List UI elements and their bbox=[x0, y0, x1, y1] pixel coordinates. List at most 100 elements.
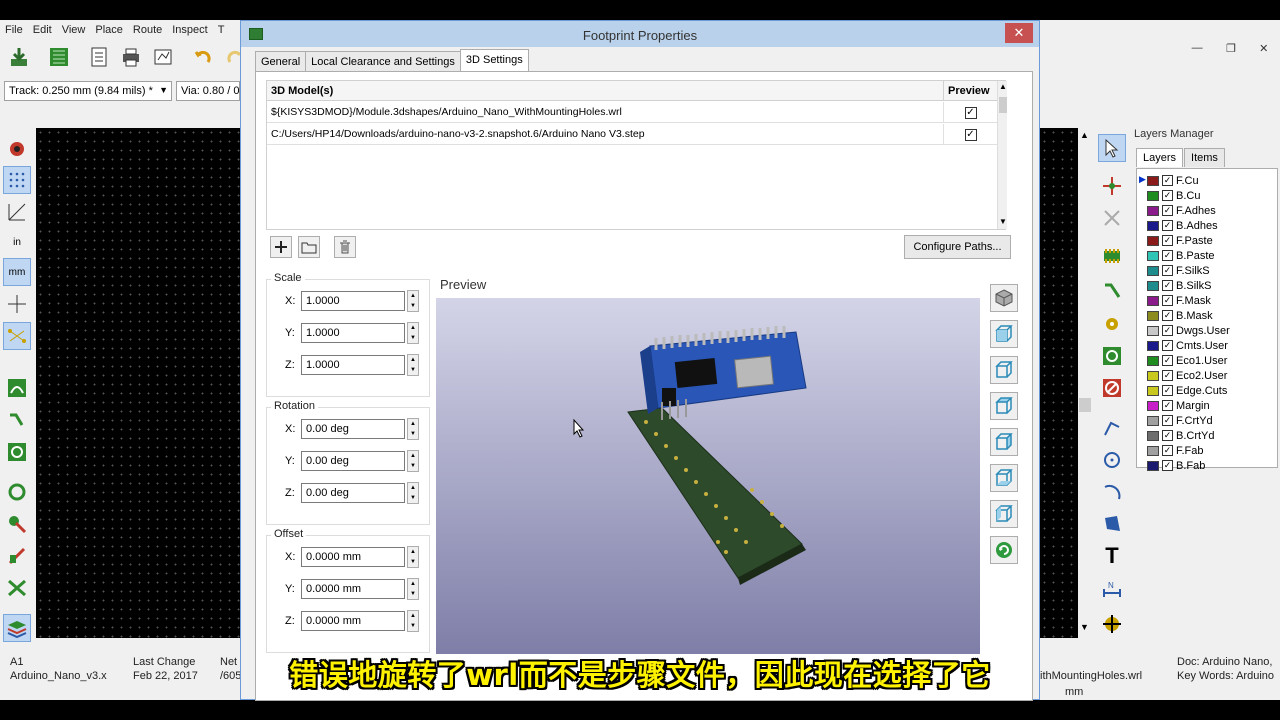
layer-name[interactable]: Margin bbox=[1176, 400, 1210, 412]
preview-checkbox[interactable]: ✓ bbox=[964, 106, 977, 119]
draw-circle-icon[interactable] bbox=[1098, 446, 1126, 474]
layer-row[interactable]: ✓ B.SilkS bbox=[1141, 278, 1211, 293]
layer-row[interactable]: ✓ Eco1.User bbox=[1141, 353, 1227, 368]
layer-row[interactable]: ✓ F.Mask bbox=[1141, 293, 1211, 308]
layer-color-swatch[interactable] bbox=[1147, 340, 1159, 351]
tab-layers[interactable]: Layers bbox=[1136, 148, 1184, 167]
menu-file[interactable]: File bbox=[0, 22, 28, 40]
layer-color-swatch[interactable] bbox=[1147, 430, 1159, 441]
add-dimension-icon[interactable]: N bbox=[1098, 576, 1126, 604]
dialog-close-button[interactable]: ✕ bbox=[1005, 23, 1033, 43]
layer-row[interactable]: ✓ Margin bbox=[1141, 398, 1210, 413]
layer-color-swatch[interactable] bbox=[1147, 295, 1159, 306]
menu-route[interactable]: Route bbox=[128, 22, 167, 40]
view-back-icon[interactable] bbox=[990, 356, 1018, 384]
restore-button[interactable]: ❐ bbox=[1226, 42, 1236, 60]
table-row[interactable]: C:/Users/HP14/Downloads/arduino-nano-v3-… bbox=[267, 124, 997, 145]
menu-inspect[interactable]: Inspect bbox=[167, 22, 212, 40]
layer-color-swatch[interactable] bbox=[1147, 235, 1159, 246]
layer-row[interactable]: ✓ F.Adhes bbox=[1141, 203, 1216, 218]
draw-arc-icon[interactable] bbox=[1098, 478, 1126, 506]
undo-icon[interactable] bbox=[190, 44, 216, 70]
drc-icon[interactable] bbox=[3, 134, 31, 162]
scroll-up-icon[interactable]: ▲ bbox=[999, 82, 1007, 91]
menu-tools[interactable]: T bbox=[213, 22, 230, 40]
layer-color-swatch[interactable] bbox=[1147, 400, 1159, 411]
board-setup-icon[interactable] bbox=[46, 44, 72, 70]
layer-color-swatch[interactable] bbox=[1147, 445, 1159, 456]
layer-name[interactable]: B.Fab bbox=[1176, 460, 1205, 472]
layer-visibility-checkbox[interactable]: ✓ bbox=[1162, 385, 1173, 396]
add-footprint-icon[interactable] bbox=[1098, 242, 1126, 270]
layer-name[interactable]: B.Adhes bbox=[1176, 220, 1218, 232]
view-bottom-icon[interactable] bbox=[990, 500, 1018, 528]
print-icon[interactable] bbox=[118, 44, 144, 70]
inch-units-icon[interactable]: in bbox=[3, 228, 31, 256]
layer-row[interactable]: ✓ F.Paste bbox=[1141, 233, 1213, 248]
rotation-z-spinner[interactable]: ▲ ▼ bbox=[407, 482, 419, 504]
layer-color-swatch[interactable] bbox=[1147, 205, 1159, 216]
offset-z-spinner[interactable]: ▲ ▼ bbox=[407, 610, 419, 632]
layer-visibility-checkbox[interactable]: ✓ bbox=[1162, 220, 1173, 231]
track-width-select[interactable]: Track: 0.250 mm (9.84 mils) * ▼ bbox=[4, 81, 172, 101]
grid-toggle-icon[interactable] bbox=[3, 166, 31, 194]
layer-row[interactable]: ✓ F.Fab bbox=[1141, 443, 1204, 458]
close-button[interactable]: ✕ bbox=[1259, 42, 1268, 60]
menu-place[interactable]: Place bbox=[90, 22, 128, 40]
layer-row[interactable]: ✓ F.CrtYd bbox=[1141, 413, 1213, 428]
scale-z-input[interactable]: 1.0000 bbox=[301, 355, 405, 375]
layer-visibility-checkbox[interactable]: ✓ bbox=[1162, 340, 1173, 351]
layer-row[interactable]: ✓ B.Paste bbox=[1141, 248, 1215, 263]
layer-name[interactable]: Eco1.User bbox=[1176, 355, 1227, 367]
zone-fill-icon[interactable] bbox=[3, 374, 31, 402]
layer-visibility-checkbox[interactable]: ✓ bbox=[1162, 355, 1173, 366]
draw-polygon-icon[interactable] bbox=[1098, 510, 1126, 538]
layer-visibility-checkbox[interactable]: ✓ bbox=[1162, 310, 1173, 321]
layer-visibility-checkbox[interactable]: ✓ bbox=[1162, 445, 1173, 456]
layers-manager-toggle-icon[interactable] bbox=[3, 614, 31, 642]
layer-name[interactable]: F.Adhes bbox=[1176, 205, 1216, 217]
table-row[interactable]: ${KISYS3DMOD}/Module.3dshapes/Arduino_Na… bbox=[267, 102, 997, 123]
layer-color-swatch[interactable] bbox=[1147, 250, 1159, 261]
route-track-icon[interactable] bbox=[1098, 278, 1126, 306]
mm-units-icon[interactable]: mm bbox=[3, 258, 31, 286]
select-arrow-icon[interactable] bbox=[1098, 134, 1126, 162]
scroll-up-icon[interactable]: ▲ bbox=[1080, 130, 1089, 140]
view-right-icon[interactable] bbox=[990, 428, 1018, 456]
view-top-icon[interactable] bbox=[990, 464, 1018, 492]
layer-name[interactable]: Eco2.User bbox=[1176, 370, 1227, 382]
grid-origin-icon[interactable] bbox=[1098, 610, 1126, 638]
canvas-scrollbar[interactable]: ▲ ▼ bbox=[1078, 128, 1092, 638]
layer-visibility-checkbox[interactable]: ✓ bbox=[1162, 370, 1173, 381]
scroll-down-icon[interactable]: ▼ bbox=[1080, 622, 1089, 632]
offset-y-spinner[interactable]: ▲ ▼ bbox=[407, 578, 419, 600]
layer-color-swatch[interactable] bbox=[1147, 325, 1159, 336]
view-left-icon[interactable] bbox=[990, 392, 1018, 420]
add-via-icon[interactable] bbox=[1098, 310, 1126, 338]
layer-name[interactable]: Dwgs.User bbox=[1176, 325, 1230, 337]
layer-color-swatch[interactable] bbox=[1147, 415, 1159, 426]
browse-model-button[interactable] bbox=[298, 236, 320, 258]
remove-model-button[interactable] bbox=[334, 236, 356, 258]
layer-color-swatch[interactable] bbox=[1147, 190, 1159, 201]
via-display-icon[interactable] bbox=[3, 438, 31, 466]
layer-row[interactable]: ✓ B.CrtYd bbox=[1141, 428, 1215, 443]
layer-name[interactable]: B.SilkS bbox=[1176, 280, 1211, 292]
layer-row[interactable]: ✓ Eco2.User bbox=[1141, 368, 1227, 383]
configure-paths-button[interactable]: Configure Paths... bbox=[904, 235, 1011, 259]
layer-row[interactable]: ✓ B.Cu bbox=[1141, 188, 1200, 203]
layer-visibility-checkbox[interactable]: ✓ bbox=[1162, 430, 1173, 441]
layer-visibility-checkbox[interactable]: ✓ bbox=[1162, 205, 1173, 216]
offset-x-input[interactable]: 0.0000 mm bbox=[301, 547, 405, 567]
layer-name[interactable]: F.SilkS bbox=[1176, 265, 1210, 277]
cursor-shape-icon[interactable] bbox=[3, 290, 31, 318]
module-outline-icon[interactable] bbox=[3, 510, 31, 538]
plot-icon[interactable] bbox=[150, 44, 176, 70]
layer-visibility-checkbox[interactable]: ✓ bbox=[1162, 265, 1173, 276]
ratsnest-icon[interactable] bbox=[3, 322, 31, 350]
layer-visibility-checkbox[interactable]: ✓ bbox=[1162, 325, 1173, 336]
layer-name[interactable]: Edge.Cuts bbox=[1176, 385, 1227, 397]
layer-row[interactable]: ✓ F.SilkS bbox=[1141, 263, 1210, 278]
layer-visibility-checkbox[interactable]: ✓ bbox=[1162, 415, 1173, 426]
rotation-z-input[interactable]: 0.00 deg bbox=[301, 483, 405, 503]
